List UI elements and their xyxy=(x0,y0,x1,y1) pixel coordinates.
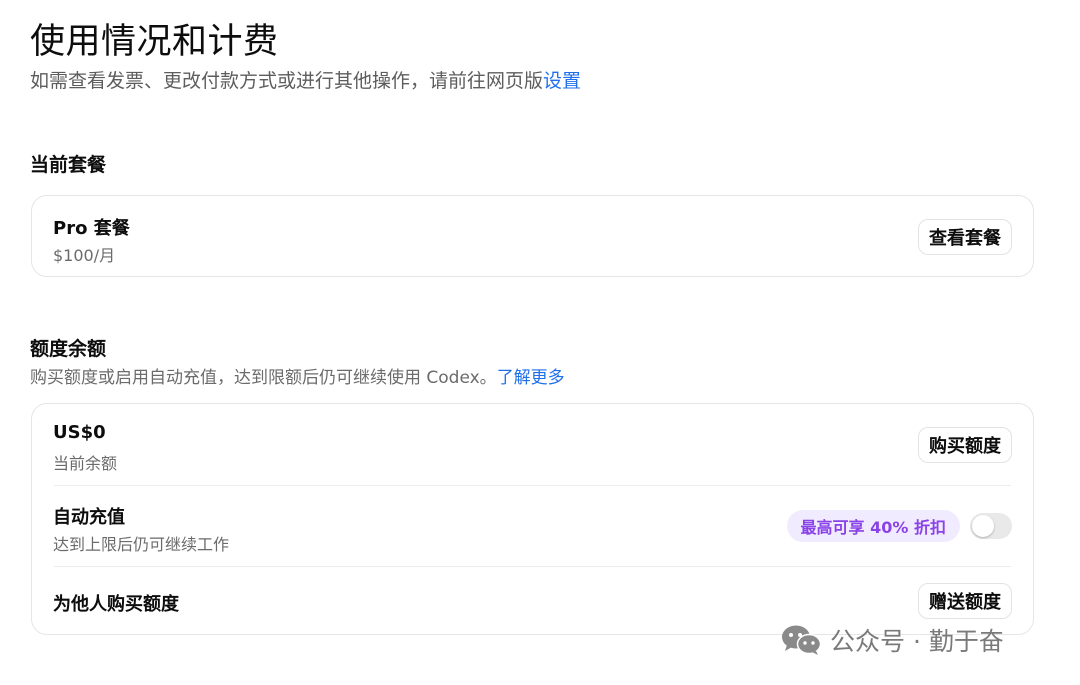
wechat-icon xyxy=(782,625,822,655)
discount-badge: 最高可享 40% 折扣 xyxy=(786,510,960,542)
auto-recharge-description: 达到上限后仍可继续工作 xyxy=(53,535,230,554)
credit-description: 购买额度或启用自动充值，达到限额后仍可继续使用 Codex。了解更多 xyxy=(30,363,565,388)
subtitle-text: 如需查看发票、更改付款方式或进行其他操作，请前往网页版 xyxy=(30,70,544,92)
row-divider xyxy=(54,485,1011,486)
balance-amount: US$0 xyxy=(53,422,106,443)
credit-balance-heading: 额度余额 xyxy=(30,338,107,360)
row-divider xyxy=(54,566,1011,567)
learn-more-link[interactable]: 了解更多 xyxy=(497,368,565,388)
toggle-knob xyxy=(972,515,994,537)
auto-recharge-toggle[interactable] xyxy=(970,513,1012,539)
current-plan-heading: 当前套餐 xyxy=(30,154,107,176)
plan-name: Pro 套餐 xyxy=(53,218,130,239)
gift-credits-title: 为他人购买额度 xyxy=(53,594,179,615)
plan-price: $100/月 xyxy=(53,246,116,265)
buy-credits-button[interactable]: 购买额度 xyxy=(918,427,1012,463)
watermark: 公众号 · 勤于奋 xyxy=(780,622,1004,658)
page-title: 使用情况和计费 xyxy=(30,22,279,62)
credit-description-text: 购买额度或启用自动充值，达到限额后仍可继续使用 Codex。 xyxy=(30,368,497,388)
page-subtitle: 如需查看发票、更改付款方式或进行其他操作，请前往网页版设置 xyxy=(30,66,581,93)
credit-card: US$0 当前余额 购买额度 自动充值 达到上限后仍可继续工作 最高可享 40%… xyxy=(31,403,1034,635)
view-plan-button[interactable]: 查看套餐 xyxy=(918,219,1012,255)
settings-link[interactable]: 设置 xyxy=(543,70,581,92)
plan-card: Pro 套餐 $100/月 查看套餐 xyxy=(31,195,1034,277)
watermark-text: 公众号 · 勤于奋 xyxy=(830,627,1004,656)
auto-recharge-title: 自动充值 xyxy=(53,507,125,528)
balance-label: 当前余额 xyxy=(53,454,118,473)
gift-credits-button[interactable]: 赠送额度 xyxy=(918,583,1012,619)
